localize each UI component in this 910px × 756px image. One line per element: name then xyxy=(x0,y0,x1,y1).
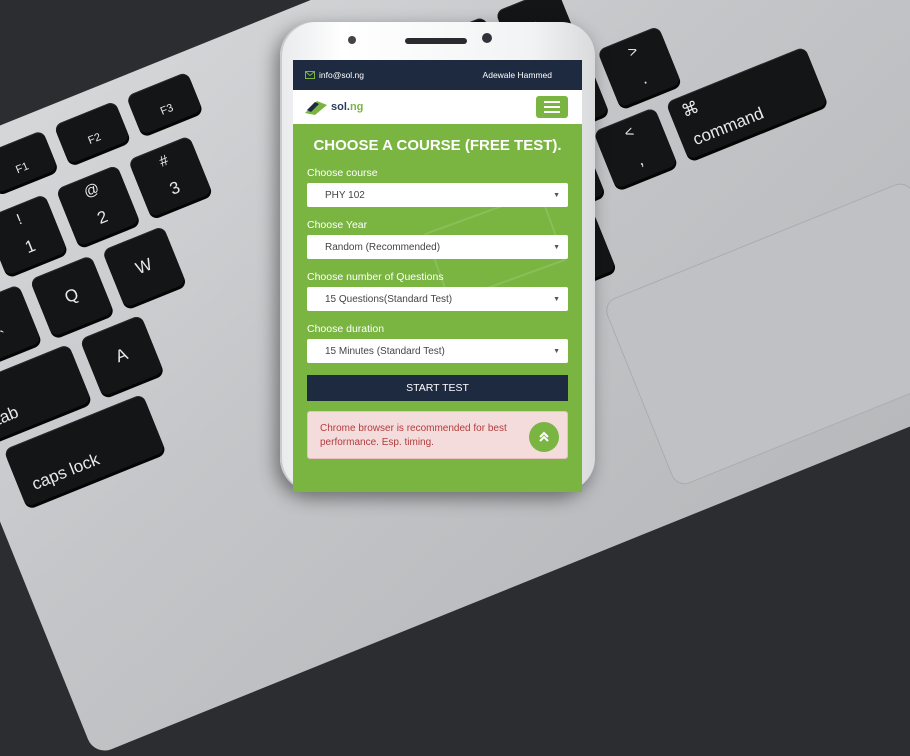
questions-label: Choose number of Questions xyxy=(307,271,444,283)
alert-text: Chrome browser is recommended for best p… xyxy=(320,423,507,448)
envelope-icon xyxy=(305,71,315,79)
hamburger-line xyxy=(544,106,560,108)
hamburger-line xyxy=(544,111,560,113)
phone-screen: info@sol.ng Adewale Hammed sol.ng CHOOSE… xyxy=(293,60,582,492)
user-name[interactable]: Adewale Hammed xyxy=(483,70,552,80)
double-chevron-up-icon xyxy=(539,431,549,442)
logo-text: sol.ng xyxy=(331,101,364,113)
hamburger-menu-button[interactable] xyxy=(536,96,568,118)
year-label: Choose Year xyxy=(307,219,368,231)
top-info-bar: info@sol.ng Adewale Hammed xyxy=(293,60,582,90)
course-label: Choose course xyxy=(307,167,378,179)
caret-down-icon: ▼ xyxy=(553,347,560,355)
caret-down-icon: ▼ xyxy=(553,243,560,251)
caret-down-icon: ▼ xyxy=(553,295,560,303)
email-text: info@sol.ng xyxy=(319,70,365,80)
earpiece-speaker xyxy=(405,38,467,44)
smartphone: info@sol.ng Adewale Hammed sol.ng CHOOSE… xyxy=(280,22,595,492)
logo-icon xyxy=(305,101,327,115)
scroll-to-top-button[interactable] xyxy=(529,422,559,452)
duration-label: Choose duration xyxy=(307,323,385,335)
site-logo[interactable]: sol.ng xyxy=(305,99,363,115)
duration-select[interactable]: 15 Minutes (Standard Test) ▼ xyxy=(307,339,568,363)
contact-email[interactable]: info@sol.ng xyxy=(305,70,364,80)
front-camera xyxy=(482,33,492,43)
browser-recommendation-alert: Chrome browser is recommended for best p… xyxy=(307,411,568,459)
year-select[interactable]: Random (Recommended) ▼ xyxy=(307,235,568,259)
hamburger-line xyxy=(544,101,560,103)
course-selection-form: CHOOSE A COURSE (FREE TEST). Choose cour… xyxy=(293,124,582,459)
questions-select[interactable]: 15 Questions(Standard Test) ▼ xyxy=(307,287,568,311)
caret-down-icon: ▼ xyxy=(553,191,560,199)
course-select[interactable]: PHY 102 ▼ xyxy=(307,183,568,207)
start-test-button[interactable]: START TEST xyxy=(307,375,568,401)
front-sensor xyxy=(348,36,356,44)
command-icon: ⌘ xyxy=(678,97,702,122)
form-heading: CHOOSE A COURSE (FREE TEST). xyxy=(313,137,562,154)
site-navbar: sol.ng xyxy=(293,90,582,124)
